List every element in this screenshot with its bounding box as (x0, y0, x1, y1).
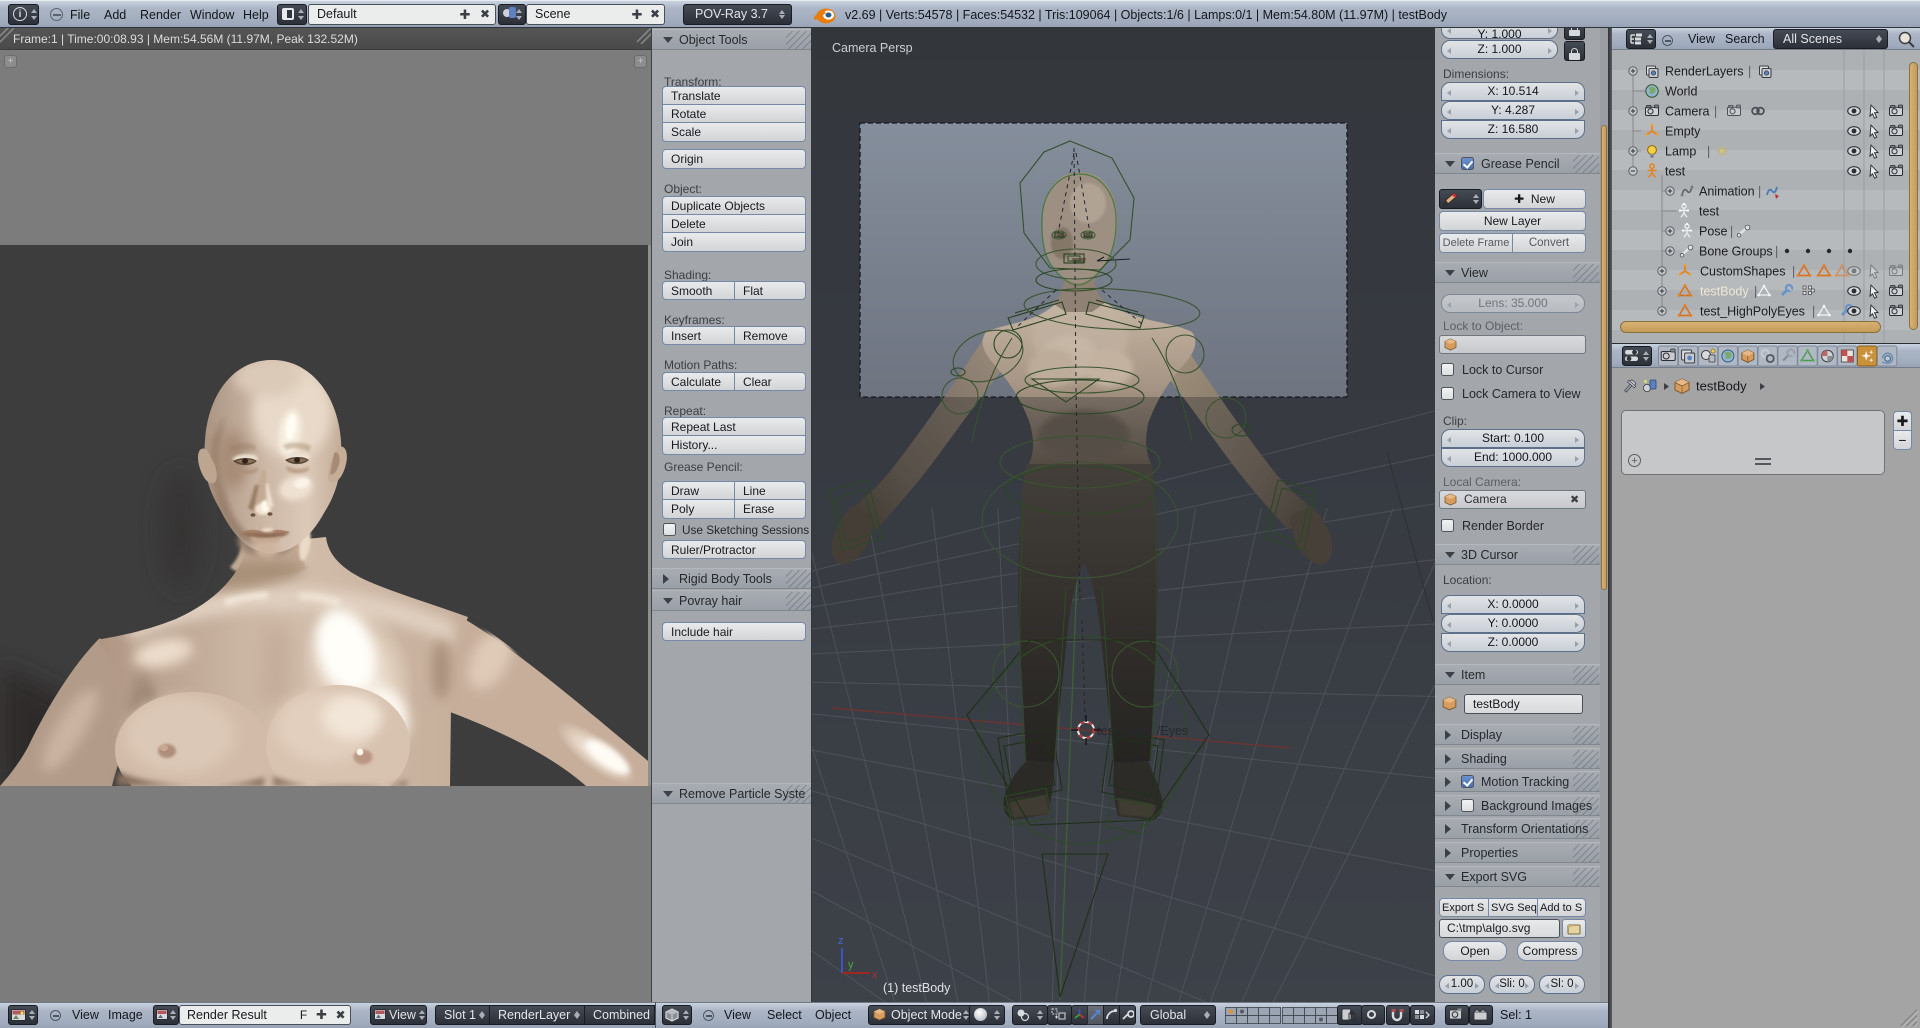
svg-text:test_High: test_High (1097, 724, 1150, 738)
svg-text:CustomShapes: CustomShapes (1700, 265, 1785, 279)
svg-text:|: | (1775, 245, 1778, 259)
svg-text:|: | (1758, 185, 1761, 199)
svg-text:|: | (1754, 285, 1757, 299)
svg-text:/Eyes: /Eyes (1157, 724, 1188, 738)
svg-text:Bone Groups: Bone Groups (1699, 245, 1773, 259)
svg-text:RenderLayers: RenderLayers (1665, 65, 1744, 79)
svg-text:test: test (1699, 205, 1720, 219)
svg-text:|: | (1812, 305, 1815, 319)
svg-text:(1) testBody: (1) testBody (883, 981, 951, 995)
svg-text:z: z (838, 935, 844, 947)
svg-text:x: x (872, 969, 878, 981)
svg-text:test_HighPolyEyes: test_HighPolyEyes (1700, 305, 1805, 319)
svg-text:Camera: Camera (1665, 105, 1710, 119)
svg-text:y: y (848, 959, 854, 971)
svg-text:|: | (1792, 265, 1795, 279)
svg-text:Empty: Empty (1665, 125, 1701, 139)
svg-text:|: | (1707, 145, 1710, 159)
svg-text:|: | (1730, 225, 1733, 239)
svg-text:World: World (1665, 85, 1697, 99)
svg-text:testBody: testBody (1696, 379, 1747, 394)
svg-text:Pose: Pose (1699, 225, 1728, 239)
svg-text:Camera Persp: Camera Persp (832, 41, 913, 55)
svg-text:Animation: Animation (1699, 185, 1755, 199)
svg-text:|: | (1748, 65, 1751, 79)
svg-text:|: | (1714, 105, 1717, 119)
svg-text:test: test (1665, 165, 1686, 179)
svg-text:testBody: testBody (1700, 285, 1749, 299)
svg-text:Lamp: Lamp (1665, 145, 1696, 159)
